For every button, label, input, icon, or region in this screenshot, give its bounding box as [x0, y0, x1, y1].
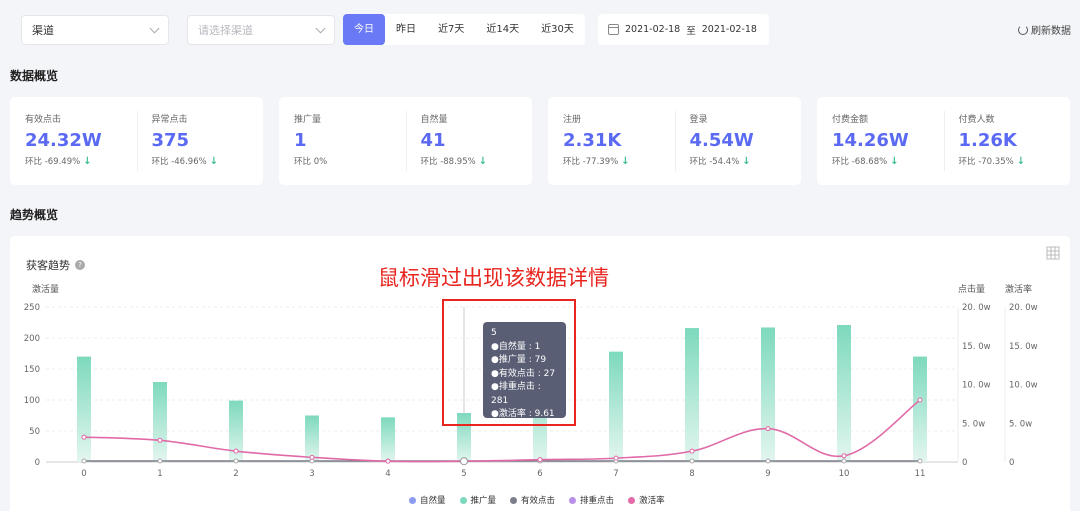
- annotation-text: 鼠标滑过出现该数据详情: [378, 266, 609, 290]
- x-tick: 3: [309, 469, 314, 479]
- y-right2-tick: 10. 0w: [1009, 381, 1038, 391]
- tooltip-header: 5: [491, 328, 497, 338]
- chart-tooltip: 5 ●自然量 : 1 ●推广量 : 79 ●有效点击 : 27 ●排重点击 : 281…: [483, 322, 566, 419]
- y-right2-tick: 15. 0w: [1009, 342, 1038, 352]
- bar: [77, 356, 91, 462]
- legend-item[interactable]: 有效点击: [510, 494, 555, 506]
- x-tick: 2: [233, 469, 238, 479]
- legend-dot-icon: [409, 496, 416, 504]
- bar: [609, 351, 623, 462]
- legend-item[interactable]: 排重点击: [569, 494, 614, 506]
- point-activation-rate: [613, 455, 619, 461]
- point-activation-rate: [917, 397, 923, 403]
- legend-label: 推广量: [470, 496, 497, 506]
- y-left-tick: 100: [24, 396, 40, 406]
- trend-chart: 05010015020025005. 0w10. 0w15. 0w20. 0w0…: [24, 283, 1038, 479]
- bar: [685, 328, 699, 462]
- point-activation-rate: [309, 454, 315, 460]
- point-clicks: [157, 458, 163, 464]
- point-clicks: [689, 458, 695, 464]
- y-right2-tick: 5. 0w: [1009, 419, 1032, 429]
- y-left-tick: 150: [24, 365, 40, 375]
- y-left-tick: 0: [35, 458, 40, 468]
- x-tick: 9: [765, 469, 770, 479]
- legend-dot-icon: [569, 496, 577, 504]
- y-left-tick: 200: [24, 334, 40, 344]
- point-activation-rate: [81, 434, 87, 440]
- x-tick: 4: [385, 469, 390, 479]
- point-activation-rate: [689, 448, 695, 454]
- y-right1-label: 点击量: [958, 283, 985, 295]
- legend-dot-icon: [628, 496, 636, 504]
- y-left-tick: 250: [24, 303, 40, 313]
- legend-label: 有效点击: [521, 496, 556, 506]
- tooltip-row: ●推广量 : 79: [491, 355, 547, 365]
- x-tick: 8: [689, 469, 694, 479]
- point-activation-rate: [841, 453, 847, 459]
- tooltip-row: ●有效点击 : 27: [491, 368, 556, 379]
- point-activation-rate: [385, 458, 391, 464]
- y-right1-tick: 0: [962, 458, 967, 468]
- point-clicks: [841, 458, 847, 464]
- y-right2-label: 激活率: [1005, 283, 1032, 295]
- point-clicks: [765, 458, 771, 464]
- legend-label: 自然量: [420, 496, 446, 506]
- bar: [913, 356, 927, 462]
- point-activation-rate: [157, 437, 163, 443]
- point-clicks: [917, 458, 923, 464]
- x-tick: 6: [537, 469, 542, 479]
- chart-legend: 自然量 推广量 有效点击 排重点击 激活率: [409, 494, 665, 506]
- x-tick: 7: [613, 469, 618, 479]
- y-right1-tick: 20. 0w: [962, 303, 991, 313]
- bar: [153, 382, 167, 462]
- point-activation-rate: [765, 426, 771, 432]
- y-right2-tick: 0: [1009, 458, 1014, 468]
- legend-label: 排重点击: [580, 496, 615, 506]
- legend-dot-icon: [510, 496, 518, 504]
- point-activation-rate: [460, 457, 468, 466]
- point-activation-rate: [537, 457, 543, 463]
- point-clicks: [81, 458, 87, 464]
- y-left-tick: 50: [29, 427, 40, 437]
- bar: [837, 324, 851, 462]
- tooltip-row: ●自然量 : 1: [491, 341, 541, 352]
- tooltip-row: ●排重点击 : 281: [491, 382, 541, 406]
- x-tick: 0: [81, 469, 86, 479]
- y-right1-tick: 15. 0w: [962, 342, 991, 352]
- legend-item[interactable]: 自然量: [409, 494, 446, 506]
- legend-item[interactable]: 推广量: [459, 494, 497, 506]
- x-tick: 5: [461, 469, 466, 479]
- y-right2-tick: 20. 0w: [1009, 303, 1038, 313]
- bar: [381, 417, 395, 462]
- point-activation-rate: [233, 448, 239, 454]
- x-tick: 1: [157, 469, 162, 479]
- legend-item[interactable]: 激活率: [628, 494, 665, 506]
- legend-dot-icon: [459, 496, 467, 504]
- x-tick: 10: [839, 469, 850, 479]
- y-left-label: 激活量: [32, 283, 59, 295]
- tooltip-row: ●激活率 : 9.61: [491, 409, 555, 419]
- bar: [761, 327, 775, 462]
- point-clicks: [233, 458, 239, 464]
- y-right1-tick: 5. 0w: [962, 419, 985, 429]
- x-tick: 11: [915, 469, 926, 479]
- legend-label: 激活率: [639, 496, 665, 506]
- y-right1-tick: 10. 0w: [962, 381, 991, 391]
